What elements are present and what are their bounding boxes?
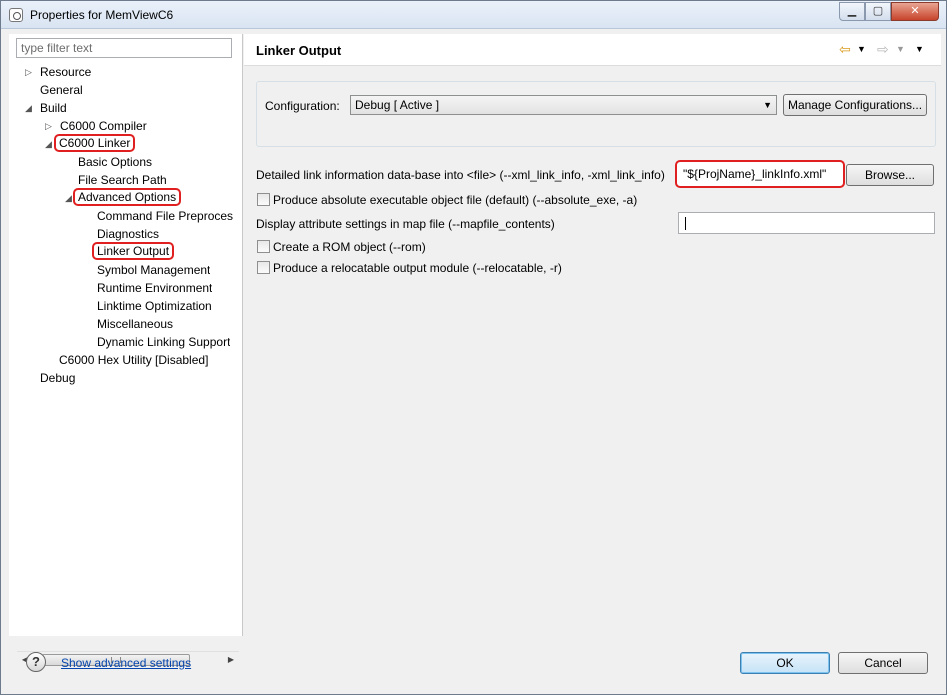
rom-label: Create a ROM object (--rom) <box>273 240 426 254</box>
tree-item-debug[interactable]: Debug <box>40 369 75 387</box>
configuration-select[interactable]: Debug [ Active ] ▼ <box>350 95 777 115</box>
rom-checkbox[interactable] <box>257 240 270 253</box>
forward-arrow-icon[interactable]: ⇨ <box>877 41 889 58</box>
app-icon <box>9 8 23 22</box>
manage-configurations-button[interactable]: Manage Configurations... <box>783 94 927 116</box>
configuration-label: Configuration: <box>265 99 340 113</box>
cancel-button[interactable]: Cancel <box>838 652 928 674</box>
show-advanced-settings-link[interactable]: Show advanced settings <box>61 656 191 670</box>
tree-item-compiler[interactable]: C6000 Compiler <box>60 117 147 135</box>
view-menu-icon[interactable]: ▼ <box>915 44 924 54</box>
tree-item-command-file[interactable]: Command File Preprocessing <box>97 207 233 225</box>
minimize-button[interactable]: ▁ <box>839 2 865 21</box>
ok-button[interactable]: OK <box>740 652 830 674</box>
tree-item-miscellaneous[interactable]: Miscellaneous <box>97 315 173 333</box>
expand-arrow-icon[interactable]: ▷ <box>25 63 35 81</box>
tree-item-general[interactable]: General <box>40 81 83 99</box>
settings-tree-panel: ▷ Resource General ◢ Build ▷ C6000 Compi… <box>9 34 243 667</box>
tree-item-symbol-management[interactable]: Symbol Management <box>97 261 210 279</box>
tree-item-advanced-options[interactable]: Advanced Options <box>73 188 182 206</box>
forward-menu-icon[interactable]: ▼ <box>896 44 905 54</box>
tree-item-linktime-optimization[interactable]: Linktime Optimization <box>97 297 212 315</box>
properties-dialog: Properties for MemViewC6 ▁ ▢ ✕ ▷ Resourc… <box>0 0 947 695</box>
advanced-options-highlight: Advanced Options <box>73 188 182 206</box>
tree-item-runtime-environment[interactable]: Runtime Environment <box>97 279 212 297</box>
browse-button[interactable]: Browse... <box>846 164 934 186</box>
tree-item-dynamic-linking[interactable]: Dynamic Linking Support <box>97 333 230 351</box>
linker-output-highlight: Linker Output <box>92 242 175 260</box>
settings-page: Linker Output ⇦ ▼ ⇨ ▼ ▼ Configuration: D… <box>244 34 941 636</box>
page-title: Linker Output <box>256 43 342 58</box>
page-header: Linker Output ⇦ ▼ ⇨ ▼ ▼ <box>244 34 941 66</box>
tree-item-resource[interactable]: Resource <box>40 63 91 81</box>
tree-item-file-search-path[interactable]: File Search Path <box>78 171 167 189</box>
relocatable-label: Produce a relocatable output module (--r… <box>273 261 562 275</box>
relocatable-checkbox[interactable] <box>257 261 270 274</box>
tree-item-build[interactable]: Build <box>40 99 67 117</box>
back-arrow-icon[interactable]: ⇦ <box>839 41 851 58</box>
scroll-right-icon[interactable]: ▶ <box>223 652 239 668</box>
text-caret <box>685 217 686 231</box>
expand-arrow-icon[interactable]: ▷ <box>45 117 55 135</box>
chevron-down-icon: ▼ <box>763 100 772 110</box>
xml-link-info-label: Detailed link information data-base into… <box>256 168 665 182</box>
mapfile-contents-input[interactable] <box>678 212 935 234</box>
configuration-value: Debug [ Active ] <box>355 98 440 112</box>
tree-item-linker[interactable]: C6000 Linker <box>54 134 136 152</box>
back-menu-icon[interactable]: ▼ <box>857 44 866 54</box>
tree-item-basic-options[interactable]: Basic Options <box>78 153 152 171</box>
tree-item-diagnostics[interactable]: Diagnostics <box>97 225 159 243</box>
close-button[interactable]: ✕ <box>891 2 939 21</box>
help-icon[interactable]: ? <box>26 652 46 672</box>
tree-item-linker-output[interactable]: Linker Output <box>92 242 175 260</box>
collapse-arrow-icon[interactable]: ◢ <box>25 99 35 117</box>
maximize-button[interactable]: ▢ <box>865 2 891 21</box>
title-bar[interactable]: Properties for MemViewC6 ▁ ▢ ✕ <box>1 1 946 29</box>
filter-input[interactable] <box>16 38 232 58</box>
tree-item-hex-utility[interactable]: C6000 Hex Utility [Disabled] <box>59 351 208 369</box>
configuration-group: Configuration: Debug [ Active ] ▼ Manage… <box>256 81 936 147</box>
linker-label-highlight: C6000 Linker <box>54 134 136 152</box>
mapfile-contents-label: Display attribute settings in map file (… <box>256 217 555 231</box>
xml-link-info-input[interactable]: "${ProjName}_linkInfo.xml" <box>675 160 845 188</box>
absolute-exe-checkbox[interactable] <box>257 193 270 206</box>
absolute-exe-label: Produce absolute executable object file … <box>273 193 638 207</box>
window-title: Properties for MemViewC6 <box>30 8 174 22</box>
